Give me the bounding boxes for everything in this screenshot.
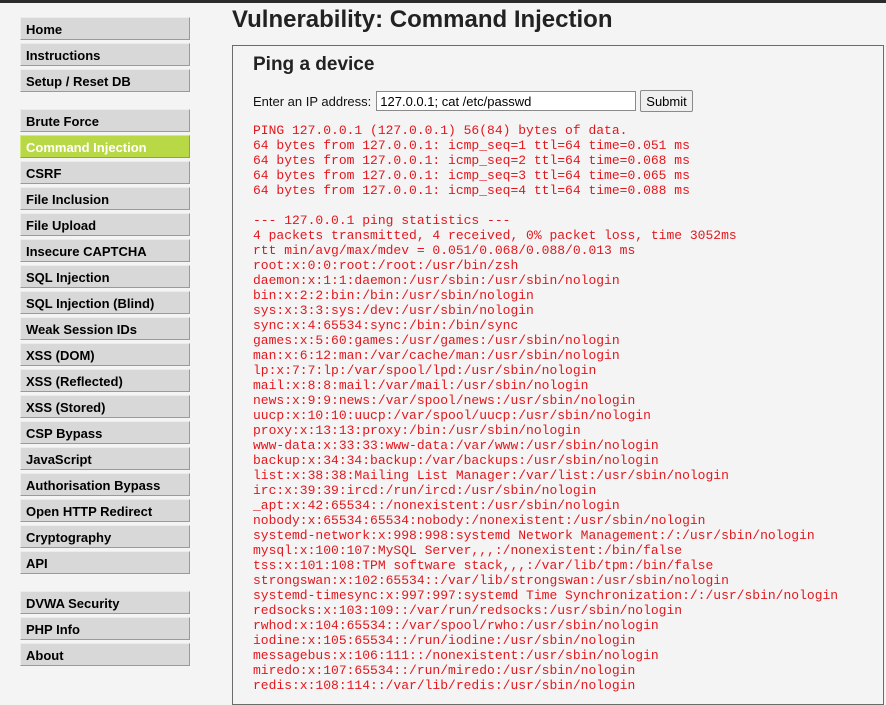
output-line: strongswan:x:102:65534::/var/lib/strongs…	[253, 573, 729, 588]
sidebar-item-xss-reflected[interactable]: XSS (Reflected)	[20, 369, 190, 392]
sidebar-item-cryptography[interactable]: Cryptography	[20, 525, 190, 548]
sidebar-menu: Home Instructions Setup / Reset DB Brute Fo…	[20, 17, 190, 683]
output-line: mail:x:8:8:mail:/var/mail:/usr/sbin/nolo…	[253, 378, 589, 393]
sidebar-item-php-info[interactable]: PHP Info	[20, 617, 190, 640]
top-border	[0, 0, 886, 3]
output-line: rtt min/avg/max/mdev = 0.051/0.068/0.088…	[253, 243, 636, 258]
output-line: --- 127.0.0.1 ping statistics ---	[253, 213, 511, 228]
sidebar-item-weak-session-ids[interactable]: Weak Session IDs	[20, 317, 190, 340]
output-line: uucp:x:10:10:uucp:/var/spool/uucp:/usr/s…	[253, 408, 651, 423]
output-line: proxy:x:13:13:proxy:/bin:/usr/sbin/nolog…	[253, 423, 581, 438]
output-line: mysql:x:100:107:MySQL Server,,,:/nonexis…	[253, 543, 683, 558]
sidebar-menu-group: Brute Force Command Injection CSRF File Inc…	[20, 109, 190, 574]
sidebar-item-dvwa-security[interactable]: DVWA Security	[20, 591, 190, 614]
output-line: 64 bytes from 127.0.0.1: icmp_seq=4 ttl=…	[253, 183, 690, 198]
output-line: daemon:x:1:1:daemon:/usr/sbin:/usr/sbin/…	[253, 273, 620, 288]
output-line: games:x:5:60:games:/usr/games:/usr/sbin/…	[253, 333, 620, 348]
output-line: root:x:0:0:root:/root:/usr/bin/zsh	[253, 258, 519, 273]
output-line: nobody:x:65534:65534:nobody:/nonexistent…	[253, 513, 706, 528]
output-line: rwhod:x:104:65534::/var/spool/rwho:/usr/…	[253, 618, 659, 633]
output-line: 64 bytes from 127.0.0.1: icmp_seq=2 ttl=…	[253, 153, 690, 168]
sidebar-item-api[interactable]: API	[20, 551, 190, 574]
sidebar-menu-group: DVWA Security PHP Info About	[20, 591, 190, 666]
output-line: www-data:x:33:33:www-data:/var/www:/usr/…	[253, 438, 659, 453]
output-line: messagebus:x:106:111::/nonexistent:/usr/…	[253, 648, 659, 663]
ip-address-input[interactable]	[376, 91, 637, 111]
sidebar-item-file-inclusion[interactable]: File Inclusion	[20, 187, 190, 210]
sidebar-item-home[interactable]: Home	[20, 17, 190, 40]
output-line: sync:x:4:65534:sync:/bin:/bin/sync	[253, 318, 519, 333]
output-line: bin:x:2:2:bin:/bin:/usr/sbin/nologin	[253, 288, 534, 303]
output-line: 4 packets transmitted, 4 received, 0% pa…	[253, 228, 737, 243]
sidebar-item-sql-injection[interactable]: SQL Injection	[20, 265, 190, 288]
output-line: redis:x:108:114::/var/lib/redis:/usr/sbi…	[253, 678, 636, 693]
sidebar-menu-group: Home Instructions Setup / Reset DB	[20, 17, 190, 92]
output-line: miredo:x:107:65534::/run/miredo:/usr/sbi…	[253, 663, 636, 678]
sidebar-item-setup-reset-db[interactable]: Setup / Reset DB	[20, 69, 190, 92]
output-line: 64 bytes from 127.0.0.1: icmp_seq=1 ttl=…	[253, 138, 690, 153]
output-line: backup:x:34:34:backup:/var/backups:/usr/…	[253, 453, 659, 468]
output-line: man:x:6:12:man:/var/cache/man:/usr/sbin/…	[253, 348, 620, 363]
output-line: irc:x:39:39:ircd:/run/ircd:/usr/sbin/nol…	[253, 483, 597, 498]
output-line: PING 127.0.0.1 (127.0.0.1) 56(84) bytes …	[253, 123, 628, 138]
submit-button[interactable]: Submit	[640, 90, 693, 112]
sidebar-item-instructions[interactable]: Instructions	[20, 43, 190, 66]
sidebar-item-sql-injection-blind[interactable]: SQL Injection (Blind)	[20, 291, 190, 314]
sidebar-item-csrf[interactable]: CSRF	[20, 161, 190, 184]
sidebar-item-file-upload[interactable]: File Upload	[20, 213, 190, 236]
output-line: list:x:38:38:Mailing List Manager:/var/l…	[253, 468, 729, 483]
output-line: lp:x:7:7:lp:/var/spool/lpd:/usr/sbin/nol…	[253, 363, 597, 378]
output-line: sys:x:3:3:sys:/dev:/usr/sbin/nologin	[253, 303, 534, 318]
sidebar-item-about[interactable]: About	[20, 643, 190, 666]
sidebar-item-insecure-captcha[interactable]: Insecure CAPTCHA	[20, 239, 190, 262]
sidebar-item-xss-stored[interactable]: XSS (Stored)	[20, 395, 190, 418]
sidebar-item-open-http-redirect[interactable]: Open HTTP Redirect	[20, 499, 190, 522]
sidebar-item-brute-force[interactable]: Brute Force	[20, 109, 190, 132]
vulnerable-code-area: Ping a device Enter an IP address: Submi…	[232, 45, 884, 705]
sidebar-item-xss-dom[interactable]: XSS (DOM)	[20, 343, 190, 366]
output-line: systemd-timesync:x:997:997:systemd Time …	[253, 588, 839, 603]
output-line: news:x:9:9:news:/var/spool/news:/usr/sbi…	[253, 393, 636, 408]
output-line: tss:x:101:108:TPM software stack,,,:/var…	[253, 558, 714, 573]
output-line: _apt:x:42:65534::/nonexistent:/usr/sbin/…	[253, 498, 620, 513]
output-line: systemd-network:x:998:998:systemd Networ…	[253, 528, 815, 543]
output-line: 64 bytes from 127.0.0.1: icmp_seq=3 ttl=…	[253, 168, 690, 183]
output-line: iodine:x:105:65534::/run/iodine:/usr/sbi…	[253, 633, 636, 648]
sidebar-item-command-injection[interactable]: Command Injection	[20, 135, 190, 158]
ip-address-label: Enter an IP address:	[253, 93, 372, 109]
output-line: redsocks:x:103:109::/var/run/redsocks:/u…	[253, 603, 683, 618]
sidebar-item-csp-bypass[interactable]: CSP Bypass	[20, 421, 190, 444]
sidebar-item-authorisation-bypass[interactable]: Authorisation Bypass	[20, 473, 190, 496]
sidebar-item-javascript[interactable]: JavaScript	[20, 447, 190, 470]
command-output: PING 127.0.0.1 (127.0.0.1) 56(84) bytes …	[253, 123, 838, 693]
ping-form: Enter an IP address: Submit	[253, 90, 693, 112]
page-title: Vulnerability: Command Injection	[232, 6, 613, 33]
section-title: Ping a device	[253, 54, 375, 75]
